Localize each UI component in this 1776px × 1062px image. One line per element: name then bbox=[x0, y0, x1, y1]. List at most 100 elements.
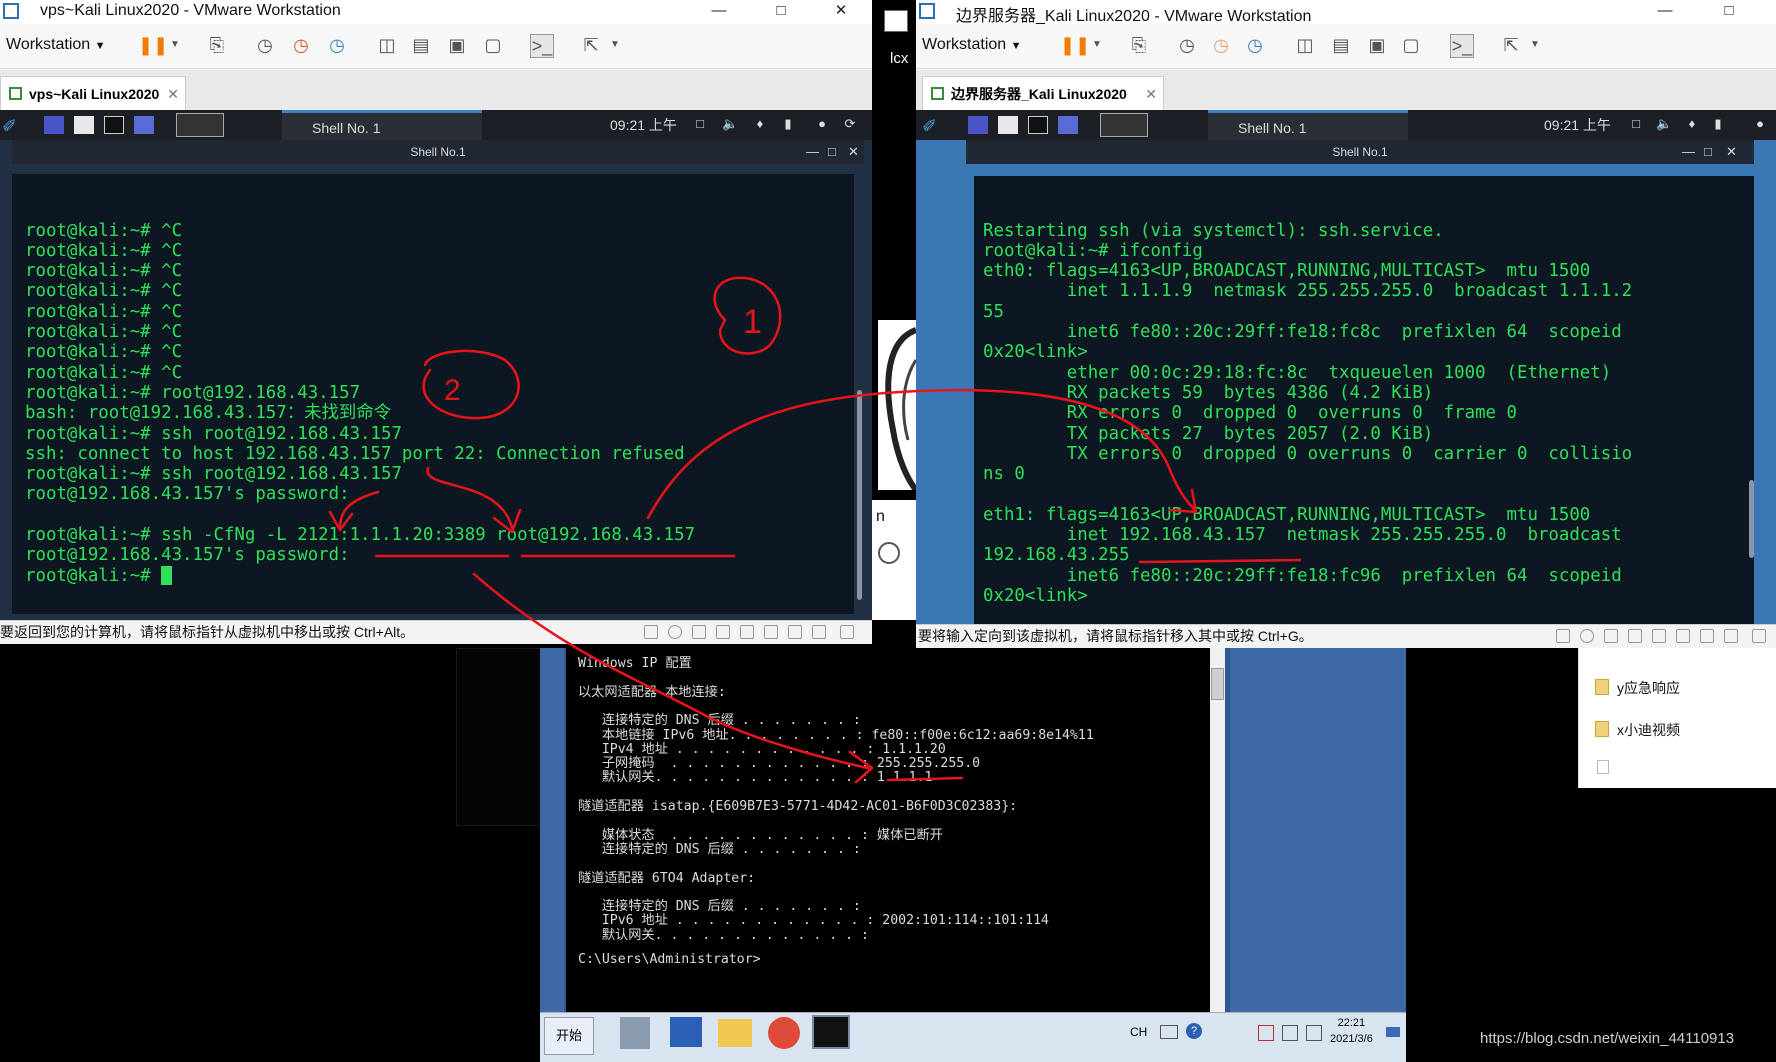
stretch-icon[interactable]: ⇱ bbox=[580, 34, 602, 56]
workstation-menu[interactable]: Workstation ▼ bbox=[6, 36, 106, 54]
network-icon[interactable] bbox=[1604, 629, 1618, 643]
snapshot-manager-icon[interactable]: ◷ bbox=[1244, 34, 1266, 56]
files-icon[interactable] bbox=[74, 116, 94, 134]
cd-icon[interactable] bbox=[1580, 629, 1594, 643]
hdd-icon[interactable] bbox=[644, 625, 658, 639]
lock-icon[interactable]: ● bbox=[814, 116, 830, 132]
pause-icon[interactable]: ❚❚ bbox=[138, 34, 168, 56]
window-switch-icon[interactable] bbox=[1100, 113, 1148, 137]
fullscreen-icon[interactable]: ▣ bbox=[1366, 34, 1388, 56]
volume-icon[interactable]: 🔈 bbox=[1656, 116, 1672, 132]
message-icon[interactable] bbox=[840, 625, 854, 639]
usb-icon[interactable] bbox=[1676, 629, 1690, 643]
printer-icon[interactable] bbox=[1700, 629, 1714, 643]
terminal-close-icon[interactable]: ✕ bbox=[848, 140, 859, 164]
explorer-icon[interactable] bbox=[718, 1019, 752, 1047]
chevron-down-icon[interactable]: ▼ bbox=[1524, 34, 1546, 56]
sidebar-view-icon[interactable]: ◫ bbox=[1294, 34, 1316, 56]
pause-icon[interactable]: ❚❚ bbox=[1060, 34, 1090, 56]
cmd-taskbar-icon[interactable] bbox=[812, 1015, 850, 1049]
terminal-minimize-icon[interactable]: — bbox=[1682, 140, 1695, 164]
terminal-maximize-icon[interactable]: □ bbox=[1704, 140, 1712, 164]
revert-snapshot-icon[interactable]: ◷ bbox=[290, 34, 312, 56]
tab-vm[interactable]: vps~Kali Linux2020 ✕ bbox=[0, 76, 186, 110]
chrome-icon[interactable] bbox=[768, 1017, 800, 1049]
monitor-icon[interactable] bbox=[1306, 1025, 1322, 1041]
terminal-minimize-icon[interactable]: — bbox=[806, 140, 819, 164]
camera-icon[interactable] bbox=[812, 625, 826, 639]
cmd-scrollbar[interactable] bbox=[1208, 648, 1225, 1012]
console-view-icon[interactable]: ▤ bbox=[410, 34, 432, 56]
bell-icon[interactable]: ♦ bbox=[752, 116, 768, 132]
lock-icon[interactable]: ● bbox=[1752, 116, 1768, 132]
cd-icon[interactable] bbox=[668, 625, 682, 639]
panel-shell-tab[interactable]: Shell No. 1 bbox=[282, 110, 482, 140]
maximize-button[interactable]: □ bbox=[1706, 0, 1752, 24]
lang-indicator[interactable]: CH bbox=[1130, 1025, 1147, 1039]
close-button[interactable]: ✕ bbox=[818, 0, 864, 24]
network2-icon[interactable] bbox=[1628, 629, 1642, 643]
list-item[interactable]: y应急响应 bbox=[1595, 678, 1680, 698]
panel-clock[interactable]: 09:21 上午 bbox=[610, 110, 677, 140]
minimize-button[interactable]: — bbox=[1642, 0, 1688, 24]
terminal-maximize-icon[interactable]: □ bbox=[828, 140, 836, 164]
snapshot-manager-icon[interactable]: ◷ bbox=[326, 34, 348, 56]
printer-icon[interactable] bbox=[788, 625, 802, 639]
kali-menu-icon[interactable]: ✐ bbox=[922, 116, 942, 136]
windows-cmd[interactable]: Windows IP 配置 以太网适配器 本地连接: 连接特定的 DNS 后缀 .… bbox=[566, 648, 1210, 1012]
start-button[interactable]: 开始 bbox=[544, 1017, 594, 1055]
scrollbar[interactable] bbox=[1749, 480, 1754, 558]
fullscreen-icon[interactable]: ▣ bbox=[446, 34, 468, 56]
close-tab-icon[interactable]: ✕ bbox=[167, 77, 179, 111]
help-icon[interactable]: ? bbox=[1186, 1023, 1202, 1039]
maximize-button[interactable]: □ bbox=[758, 0, 804, 24]
chevron-down-icon[interactable]: ▼ bbox=[164, 34, 186, 56]
trash-icon[interactable] bbox=[1597, 760, 1609, 774]
right-terminal[interactable]: Restarting ssh (via systemctl): ssh.serv… bbox=[974, 176, 1754, 624]
stretch-icon[interactable]: ⇱ bbox=[1500, 34, 1522, 56]
close-tab-icon[interactable]: ✕ bbox=[1145, 77, 1157, 111]
files-icon[interactable] bbox=[998, 116, 1018, 134]
list-item[interactable]: x小迪视频 bbox=[1595, 720, 1680, 740]
terminal-app-icon[interactable] bbox=[1028, 116, 1048, 134]
powershell-icon[interactable] bbox=[670, 1017, 702, 1047]
usb-icon[interactable] bbox=[764, 625, 778, 639]
window-switch-icon[interactable] bbox=[176, 113, 224, 137]
terminal-icon[interactable]: >_ bbox=[1450, 34, 1474, 58]
scrollbar[interactable] bbox=[857, 390, 862, 600]
workspace-icon[interactable] bbox=[44, 116, 64, 134]
panel-shell-tab[interactable]: Shell No. 1 bbox=[1208, 110, 1408, 140]
network2-icon[interactable] bbox=[716, 625, 730, 639]
minimize-button[interactable]: — bbox=[696, 0, 742, 24]
send-keys-icon[interactable]: ⎘ bbox=[206, 34, 228, 56]
battery-icon[interactable]: ▮ bbox=[780, 116, 796, 132]
server-manager-icon[interactable] bbox=[620, 1017, 650, 1049]
volume-icon[interactable]: 🔈 bbox=[722, 116, 738, 132]
kali-menu-icon[interactable]: ✐ bbox=[2, 116, 22, 136]
left-terminal[interactable]: root@kali:~# ^C root@kali:~# ^C root@kali:… bbox=[12, 174, 854, 614]
show-desktop-icon[interactable] bbox=[1386, 1027, 1400, 1037]
display-icon[interactable]: □ bbox=[1628, 116, 1644, 132]
camera-icon[interactable] bbox=[1724, 629, 1738, 643]
chevron-down-icon[interactable]: ▼ bbox=[1086, 34, 1108, 56]
workstation-menu[interactable]: Workstation ▼ bbox=[922, 36, 1022, 54]
bell-icon[interactable]: ♦ bbox=[1684, 116, 1700, 132]
snapshot-icon[interactable]: ◷ bbox=[1176, 34, 1198, 56]
network-icon[interactable] bbox=[692, 625, 706, 639]
terminal-app-icon[interactable] bbox=[104, 116, 124, 134]
unity-icon[interactable]: ▢ bbox=[1400, 34, 1422, 56]
sidebar-view-icon[interactable]: ◫ bbox=[376, 34, 398, 56]
display-icon[interactable]: □ bbox=[692, 116, 708, 132]
snapshot-icon[interactable]: ◷ bbox=[254, 34, 276, 56]
terminal-close-icon[interactable]: ✕ bbox=[1726, 140, 1737, 164]
browser-icon[interactable] bbox=[134, 116, 154, 134]
network-tray-icon[interactable] bbox=[1258, 1025, 1274, 1041]
tray-clock[interactable]: 22:21 2021/3/6 bbox=[1330, 1015, 1373, 1047]
battery-icon[interactable]: ▮ bbox=[1710, 116, 1726, 132]
tab-vm[interactable]: 边界服务器_Kali Linux2020 ✕ bbox=[922, 76, 1164, 110]
send-keys-icon[interactable]: ⎘ bbox=[1128, 34, 1150, 56]
browser-icon[interactable] bbox=[1058, 116, 1078, 134]
workspace-icon[interactable] bbox=[968, 116, 988, 134]
keyboard-icon[interactable] bbox=[1160, 1025, 1178, 1039]
terminal-icon[interactable]: >_ bbox=[530, 34, 554, 58]
